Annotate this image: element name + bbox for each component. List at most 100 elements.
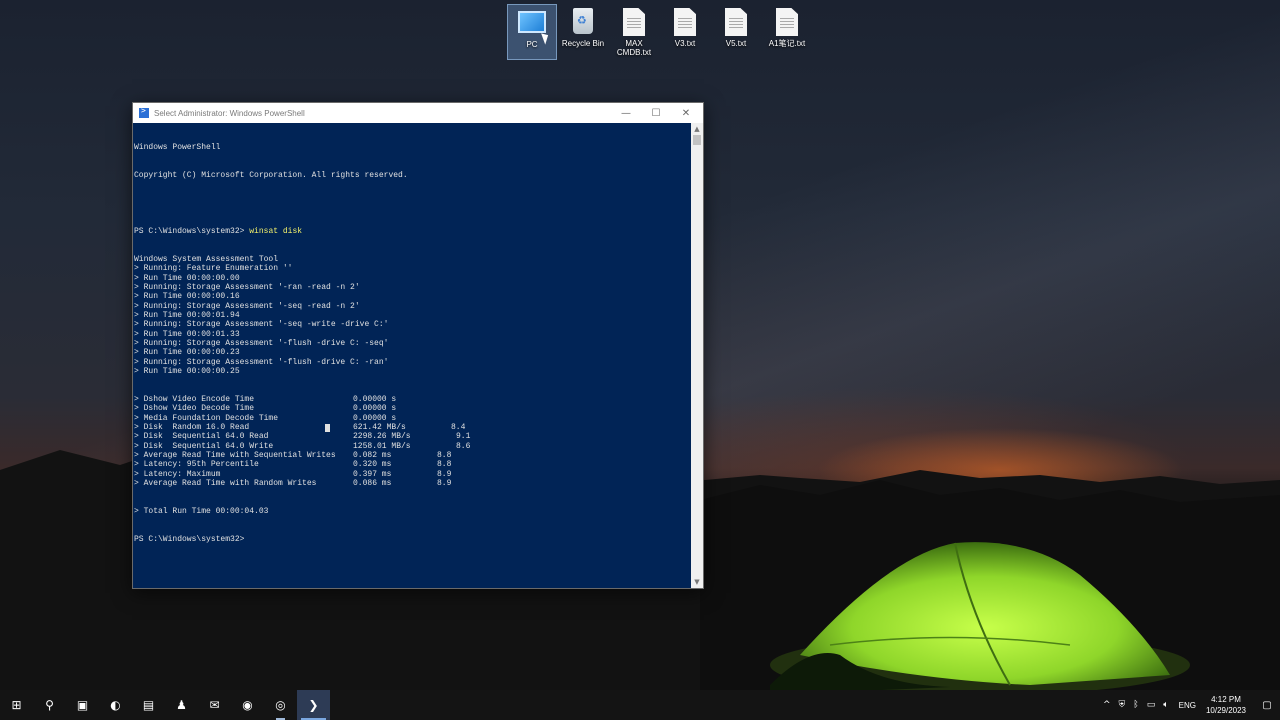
result-label: > Latency: Maximum (134, 469, 221, 479)
close-button[interactable]: ✕ (671, 103, 701, 123)
console-final-prompt: PS C:\Windows\system32> (134, 535, 245, 545)
text-file-icon (623, 8, 645, 36)
result-value: 0.397 ms (353, 469, 392, 479)
result-label: > Disk Sequential 64.0 Read (134, 432, 269, 442)
result-label: > Media Foundation Decode Time (134, 413, 279, 423)
notifications-icon[interactable]: ▢ (1254, 690, 1280, 720)
console-line: > Run Time 00:00:01.33 (134, 329, 240, 339)
file-explorer-icon: ▣ (76, 698, 89, 712)
result-value: 0.00000 s (353, 413, 397, 423)
result-score: 9.1 (456, 432, 471, 442)
result-label: > Average Read Time with Sequential Writ… (134, 451, 336, 461)
mail-app[interactable]: ✉ (198, 690, 231, 720)
result-value: 0.00000 s (353, 404, 397, 414)
desktop-icon-v5[interactable]: V5.txt (711, 4, 761, 60)
pc-icon (518, 11, 546, 33)
result-label: > Dshow Video Decode Time (134, 404, 255, 414)
result-line: > Average Read Time with Sequential Writ… (134, 451, 691, 460)
teams-icon: ♟ (176, 698, 187, 712)
result-value: 0.320 ms (353, 460, 392, 470)
system-tray: ^ ⛨ ᛒ ▭ 🔈︎ ENG 4:12 PM 10/29/2023 ▢ (1099, 690, 1280, 720)
powershell-icon: ❯ (308, 698, 319, 712)
result-score: 8.9 (437, 469, 452, 479)
console-line: > Running: Storage Assessment '-ran -rea… (134, 282, 360, 292)
console-line: > Run Time 00:00:00.16 (134, 292, 240, 302)
network-icon[interactable]: ▭ (1147, 700, 1156, 710)
edge-icon: ◐ (110, 698, 121, 712)
console-line: > Running: Feature Enumeration '' (134, 264, 293, 274)
desktop-icon-a1-notes[interactable]: A1笔记.txt (762, 4, 812, 60)
desktop-icon-pc[interactable]: PC (507, 4, 557, 60)
clock-date: 10/29/2023 (1205, 706, 1246, 715)
result-line: > Disk Random 16.0 Read 621.42 MB/s 8.4 (134, 423, 691, 432)
desktop-icon-label: Recycle Bin (561, 39, 605, 48)
console-total-line: > Total Run Time 00:00:04.03 (134, 507, 269, 517)
console-line: > Running: Storage Assessment '-flush -d… (134, 357, 389, 367)
store-app[interactable]: ▤ (132, 690, 165, 720)
file-explorer-app[interactable]: ▣ (66, 690, 99, 720)
start-button[interactable]: ⊞ (0, 690, 33, 720)
desktop-icon-label: V3.txt (674, 39, 696, 48)
result-line: > Dshow Video Encode Time 0.00000 s (134, 395, 691, 404)
desktop-icon-label: MAX CMDB.txt (616, 39, 652, 57)
search-button[interactable]: ⚲ (33, 690, 66, 720)
edge-app[interactable]: ◐ (99, 690, 132, 720)
result-score: 8.8 (437, 451, 452, 461)
teams-app[interactable]: ♟ (165, 690, 198, 720)
result-label: > Disk Random 16.0 Read (134, 423, 250, 432)
powershell-icon (139, 106, 149, 118)
bluetooth-icon[interactable]: ᛒ (1133, 700, 1138, 710)
console-line: > Run Time 00:00:00.23 (134, 348, 240, 358)
text-file-icon (776, 8, 798, 36)
powershell-app[interactable]: ❯ (297, 690, 330, 720)
console-output[interactable]: Windows PowerShell Copyright (C) Microso… (133, 123, 691, 588)
console-line: Windows PowerShell (134, 142, 221, 152)
result-value: 0.00000 s (353, 394, 397, 404)
result-value: 1258.01 MB/s (353, 441, 411, 451)
result-label: > Average Read Time with Random Writes (134, 479, 317, 489)
console-line: > Run Time 00:00:01.94 (134, 310, 240, 320)
console-line: > Run Time 00:00:00.25 (134, 366, 240, 376)
language-indicator[interactable]: ENG (1179, 701, 1196, 710)
volume-icon[interactable]: 🔈︎ (1163, 700, 1168, 710)
start-icon: ⊞ (11, 698, 22, 712)
console-line: Windows System Assessment Tool (134, 254, 279, 264)
obs-app[interactable]: ◎ (264, 690, 297, 720)
command-line: PS C:\Windows\system32> winsat disk (134, 227, 691, 236)
desktop-icon-recycle-bin[interactable]: Recycle Bin (558, 4, 608, 60)
chrome-icon: ◉ (242, 698, 253, 712)
window-titlebar[interactable]: Select Administrator: Windows PowerShell… (133, 103, 703, 123)
desktop-icon-max-cmdb[interactable]: MAX CMDB.txt (609, 4, 659, 60)
result-label: > Disk Sequential 64.0 Write (134, 441, 274, 451)
clock[interactable]: 4:12 PM 10/29/2023 (1206, 694, 1246, 716)
recycle-bin-icon (573, 8, 593, 34)
scroll-thumb[interactable] (693, 135, 701, 145)
chrome-app[interactable]: ◉ (231, 690, 264, 720)
search-icon: ⚲ (45, 698, 54, 712)
console-scrollbar[interactable]: ▲ ▼ (691, 123, 703, 588)
desktop-icon-label: A1笔记.txt (768, 39, 806, 48)
console-line: > Run Time 00:00:00.00 (134, 273, 240, 283)
clock-time: 4:12 PM (1211, 695, 1241, 704)
maximize-button[interactable]: ☐ (641, 103, 671, 123)
prompt-text: PS C:\Windows\system32> (134, 226, 245, 236)
powershell-window[interactable]: Select Administrator: Windows PowerShell… (132, 102, 704, 589)
desktop-icon-label: V5.txt (725, 39, 747, 48)
result-line: > Disk Sequential 64.0 Read 2298.26 MB/s 9… (134, 432, 691, 441)
result-value: 621.42 MB/s (353, 423, 406, 432)
console-line: > Running: Storage Assessment '-seq -wri… (134, 320, 389, 330)
desktop-icon-v3[interactable]: V3.txt (660, 4, 710, 60)
scroll-down-icon[interactable]: ▼ (691, 576, 703, 588)
text-cursor (325, 424, 330, 432)
security-icon[interactable]: ⛨ (1119, 700, 1126, 710)
result-score: 8.9 (437, 479, 452, 489)
minimize-button[interactable]: — (611, 103, 641, 123)
store-icon: ▤ (142, 698, 155, 712)
tray-overflow-chevron-icon[interactable]: ^ (1103, 700, 1111, 710)
result-line: > Latency: Maximum 0.397 ms 8.9 (134, 470, 691, 479)
tent-illustration (770, 542, 1190, 695)
scroll-up-icon[interactable]: ▲ (691, 123, 703, 135)
result-value: 0.082 ms (353, 451, 392, 461)
desktop-icon-label: PC (526, 40, 538, 49)
